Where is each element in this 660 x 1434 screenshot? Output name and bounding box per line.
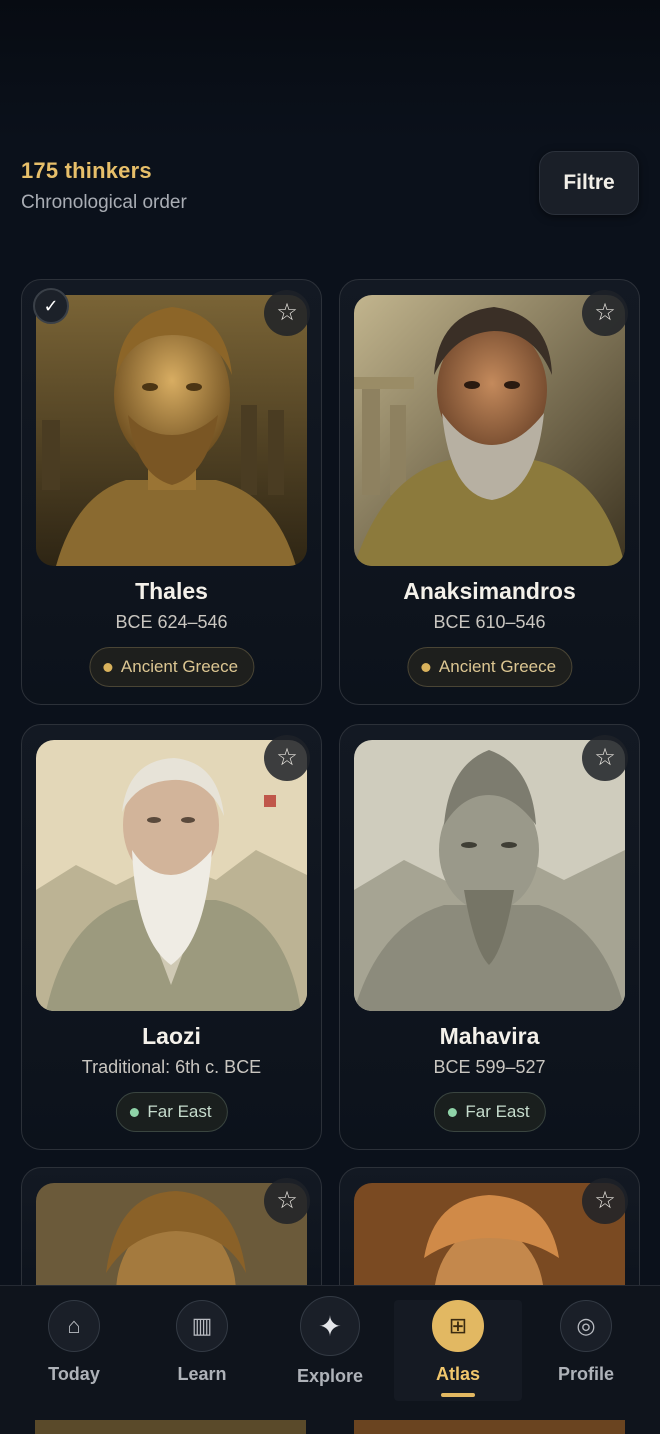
nav-learn[interactable]: ▥ Learn xyxy=(138,1300,266,1400)
thinker-count: 175 thinkers xyxy=(21,158,152,183)
region-label: Ancient Greece xyxy=(438,657,557,676)
nav-label: Explore xyxy=(296,1366,364,1386)
thinker-dates: BCE 624–546 xyxy=(115,612,228,632)
region-dot-icon xyxy=(129,1107,139,1117)
sort-order-label: Chronological order xyxy=(21,192,187,213)
active-indicator xyxy=(441,1393,475,1397)
region-tag[interactable]: Ancient Greece xyxy=(406,647,573,687)
thinker-name: Thales xyxy=(135,578,208,604)
bottom-navigation: ⌂ Today ▥ Learn ✦ Explore ⊞ Atlas ◎ Prof… xyxy=(0,1285,660,1434)
thinker-dates: BCE 599–527 xyxy=(433,1057,546,1077)
nav-explore[interactable]: ✦ Explore xyxy=(266,1296,394,1400)
region-dot-icon xyxy=(447,1107,457,1117)
thinker-name: Laozi xyxy=(142,1023,201,1049)
home-icon: ⌂ xyxy=(48,1300,100,1352)
nav-label: Learn xyxy=(177,1364,227,1384)
library-icon: ▥ xyxy=(176,1300,228,1352)
thinker-portrait xyxy=(36,295,307,566)
nav-atlas[interactable]: ⊞ Atlas xyxy=(394,1300,522,1401)
nav-label: Atlas xyxy=(435,1364,480,1384)
favorite-star-icon[interactable]: ☆ xyxy=(582,290,628,336)
status-area xyxy=(0,0,660,140)
sparkle-icon: ✦ xyxy=(300,1296,360,1356)
region-label: Far East xyxy=(465,1102,530,1121)
peek-card-image xyxy=(354,1420,625,1434)
nav-label: Today xyxy=(48,1364,100,1384)
region-tag[interactable]: Far East xyxy=(115,1092,228,1132)
filter-button[interactable]: Filtre xyxy=(539,151,639,215)
thinker-name: Anaksimandros xyxy=(403,578,576,604)
thinker-portrait xyxy=(36,740,307,1011)
thinker-dates: Traditional: 6th c. BCE xyxy=(81,1057,262,1077)
region-label: Ancient Greece xyxy=(120,657,239,676)
grid-icon: ⊞ xyxy=(432,1300,484,1352)
completed-check-icon[interactable]: ✓ xyxy=(33,288,69,324)
thinker-portrait xyxy=(354,295,625,566)
region-tag[interactable]: Far East xyxy=(433,1092,546,1132)
favorite-star-icon[interactable]: ☆ xyxy=(264,1178,310,1224)
favorite-star-icon[interactable]: ☆ xyxy=(264,735,310,781)
thinker-card-thales[interactable]: ✓ ☆ Thales BCE 624–546 Ancient Greece xyxy=(21,279,322,705)
thinker-dates: BCE 610–546 xyxy=(433,612,546,632)
thinker-portrait xyxy=(354,740,625,1011)
thinker-card-anaksimandros[interactable]: ☆ Anaksimandros BCE 610–546 Ancient Gree… xyxy=(339,279,640,705)
region-dot-icon xyxy=(102,662,112,672)
thinker-card-mahavira[interactable]: ☆ Mahavira BCE 599–527 Far East xyxy=(339,724,640,1150)
nav-label: Profile xyxy=(557,1364,614,1384)
peek-card-image xyxy=(35,1420,306,1434)
favorite-star-icon[interactable]: ☆ xyxy=(582,1178,628,1224)
region-tag[interactable]: Ancient Greece xyxy=(88,647,255,687)
nav-profile[interactable]: ◎ Profile xyxy=(522,1300,650,1400)
nav-today[interactable]: ⌂ Today xyxy=(10,1300,138,1400)
favorite-star-icon[interactable]: ☆ xyxy=(264,290,310,336)
favorite-star-icon[interactable]: ☆ xyxy=(582,735,628,781)
region-label: Far East xyxy=(147,1102,212,1121)
region-dot-icon xyxy=(420,662,430,672)
thinker-card-laozi[interactable]: ☆ Laozi Traditional: 6th c. BCE Far East xyxy=(21,724,322,1150)
thinker-name: Mahavira xyxy=(439,1023,540,1049)
profile-icon: ◎ xyxy=(560,1300,612,1352)
